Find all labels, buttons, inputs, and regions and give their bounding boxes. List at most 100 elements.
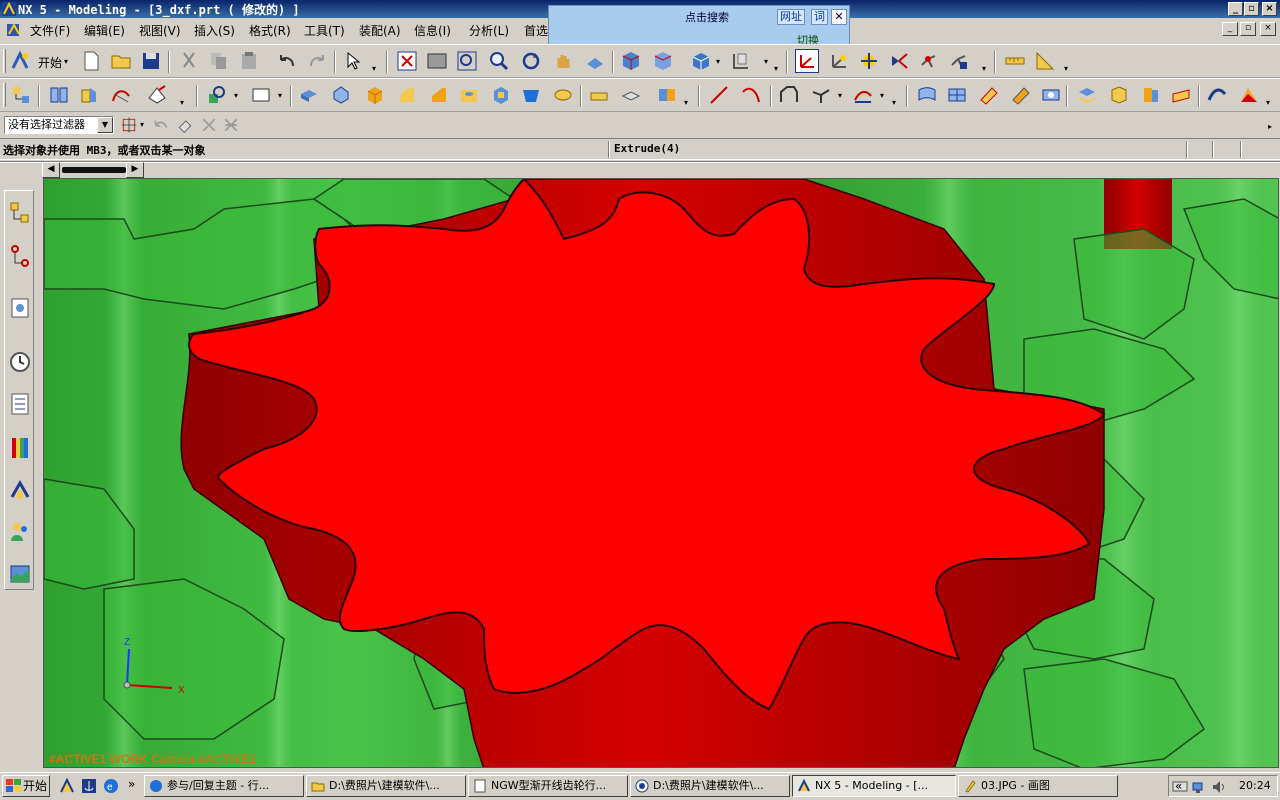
arc-icon[interactable]	[740, 84, 762, 106]
orient-view-icon[interactable]	[690, 50, 712, 72]
menu-analysis[interactable]: 分析(L)	[469, 22, 509, 39]
datum-csys-icon[interactable]	[828, 50, 850, 72]
extrude-icon[interactable]	[298, 84, 320, 106]
curve-dropdown-icon[interactable]: ▾	[838, 92, 846, 100]
book-icon[interactable]	[48, 84, 70, 106]
boss-icon[interactable]	[588, 84, 610, 106]
layer-icon[interactable]	[730, 50, 752, 72]
mdi-restore-button[interactable]: ▫	[1240, 22, 1256, 36]
constraint-navigator-icon[interactable]	[7, 239, 33, 273]
measure-angle-icon[interactable]	[1034, 50, 1056, 72]
close-button[interactable]: ×	[1262, 2, 1277, 16]
edge-blend-icon[interactable]	[396, 84, 418, 106]
ruled-icon[interactable]	[1010, 84, 1032, 106]
start-menu-button[interactable]: 开始	[38, 54, 62, 71]
rotate-icon[interactable]	[520, 50, 542, 72]
start-icon[interactable]	[10, 50, 32, 72]
selection-dropdown-icon[interactable]: ▾	[372, 65, 380, 73]
horizontal-scrollbar[interactable]: ◀ ▶	[42, 162, 146, 178]
part-icon[interactable]	[78, 84, 100, 106]
snap-point-icon[interactable]	[120, 116, 138, 134]
analysis-overflow-icon[interactable]: ▾	[1064, 65, 1072, 73]
menu-tools[interactable]: 工具(T)	[304, 22, 345, 39]
graphics-window[interactable]: Z X #ACTIVE1 WORK Camera #ACTIVE1	[43, 178, 1279, 768]
deselect-all-icon[interactable]	[222, 116, 240, 134]
popup-close-button[interactable]: ✕	[831, 9, 847, 25]
revolve-icon[interactable]	[330, 84, 352, 106]
system-visualization-icon[interactable]	[7, 557, 33, 591]
open-folder-icon[interactable]	[110, 50, 132, 72]
cut-icon[interactable]	[178, 50, 200, 72]
tray-expand-button[interactable]: «	[1175, 779, 1182, 793]
zoom-icon[interactable]	[488, 50, 510, 72]
measure-distance-icon[interactable]	[1004, 50, 1026, 72]
menu-format[interactable]: 格式(R)	[249, 22, 291, 39]
thicken-icon[interactable]	[620, 84, 642, 106]
offset-curve-icon[interactable]	[852, 84, 874, 106]
feature-overflow-icon[interactable]: ▾	[684, 99, 692, 107]
shaded-icon[interactable]	[652, 50, 674, 72]
reuse-library-icon[interactable]	[7, 387, 33, 421]
snap-dropdown-icon[interactable]: ▾	[140, 121, 148, 129]
through-curve-mesh-icon[interactable]	[946, 84, 968, 106]
offset-surface-icon[interactable]	[1040, 84, 1062, 106]
anchor-launcher-icon[interactable]	[80, 777, 98, 795]
type-filter-select[interactable]: 没有选择过滤器 ▼	[4, 116, 114, 134]
menu-edit[interactable]: 编辑(E)	[84, 22, 125, 39]
point-icon[interactable]	[206, 84, 228, 106]
wcs-icon[interactable]	[795, 49, 819, 73]
palette-icon[interactable]	[7, 431, 33, 465]
shaded-edges-icon[interactable]	[620, 50, 642, 72]
task-folder-1[interactable]: D:\费照片\建模软件\...	[306, 775, 466, 797]
curve-overflow-icon[interactable]: ▾	[892, 99, 900, 107]
task-paint[interactable]: 03.JPG - 画图	[958, 775, 1118, 797]
trim-sheet-icon[interactable]	[1170, 84, 1192, 106]
draft-icon[interactable]	[520, 84, 542, 106]
fit-view-icon[interactable]	[396, 50, 418, 72]
minimize-button[interactable]: _	[1228, 2, 1243, 16]
task-browser-reply[interactable]: 参与/回复主题 - 行...	[144, 775, 304, 797]
task-nx-modeling[interactable]: NX 5 - Modeling - [...	[792, 775, 956, 797]
analysis-overflow-icon[interactable]: ▾	[1266, 99, 1274, 107]
scroll-right-icon[interactable]: ▶	[126, 162, 144, 178]
studio-spline-icon[interactable]	[778, 84, 800, 106]
part-navigator-icon[interactable]	[7, 291, 33, 325]
copy-icon[interactable]	[208, 50, 230, 72]
popup-word-button[interactable]: 词	[811, 9, 828, 25]
nx-launcher-icon[interactable]	[58, 777, 76, 795]
chamfer-icon[interactable]	[428, 84, 450, 106]
sketch-curve-icon[interactable]	[110, 84, 132, 106]
maximize-button[interactable]: ▫	[1244, 2, 1259, 16]
line-icon[interactable]	[708, 84, 730, 106]
sew-icon[interactable]	[1076, 84, 1098, 106]
shell-icon[interactable]	[490, 84, 512, 106]
arrow-back-icon[interactable]	[152, 116, 170, 134]
selection-bar-overflow-icon[interactable]: ▸	[1268, 123, 1276, 131]
assemblies-navigator-icon[interactable]	[10, 84, 32, 106]
block-icon[interactable]	[364, 84, 386, 106]
roles-icon[interactable]	[7, 515, 33, 549]
menu-preferences[interactable]: 首选	[524, 22, 548, 39]
wcs-origin-icon[interactable]	[888, 50, 910, 72]
menu-view[interactable]: 视图(V)	[139, 22, 181, 39]
start-button[interactable]: 开始	[2, 775, 50, 797]
intersection-curve-icon[interactable]	[810, 84, 832, 106]
scroll-left-icon[interactable]: ◀	[42, 162, 60, 178]
wcs-rotate-icon[interactable]	[918, 50, 940, 72]
task-document[interactable]: NGW型渐开线齿轮行...	[468, 775, 628, 797]
perspective-icon[interactable]	[584, 50, 606, 72]
cross-select-icon[interactable]	[200, 116, 218, 134]
through-curves-icon[interactable]	[916, 84, 938, 106]
selection-tool-icon[interactable]	[344, 50, 366, 72]
paste-icon[interactable]	[238, 50, 260, 72]
draft-analysis-icon[interactable]	[1238, 84, 1260, 106]
save-icon[interactable]	[140, 50, 162, 72]
history-icon[interactable]	[7, 345, 33, 379]
mdi-close-button[interactable]: ×	[1260, 22, 1276, 36]
face-analysis-icon[interactable]	[1206, 84, 1228, 106]
layer-dropdown-icon[interactable]: ▾	[764, 58, 772, 66]
hole-icon[interactable]	[458, 84, 480, 106]
new-file-icon[interactable]	[80, 50, 102, 72]
trim-body-icon[interactable]	[552, 84, 574, 106]
toolbar-overflow-icon[interactable]: ▾	[774, 65, 782, 73]
